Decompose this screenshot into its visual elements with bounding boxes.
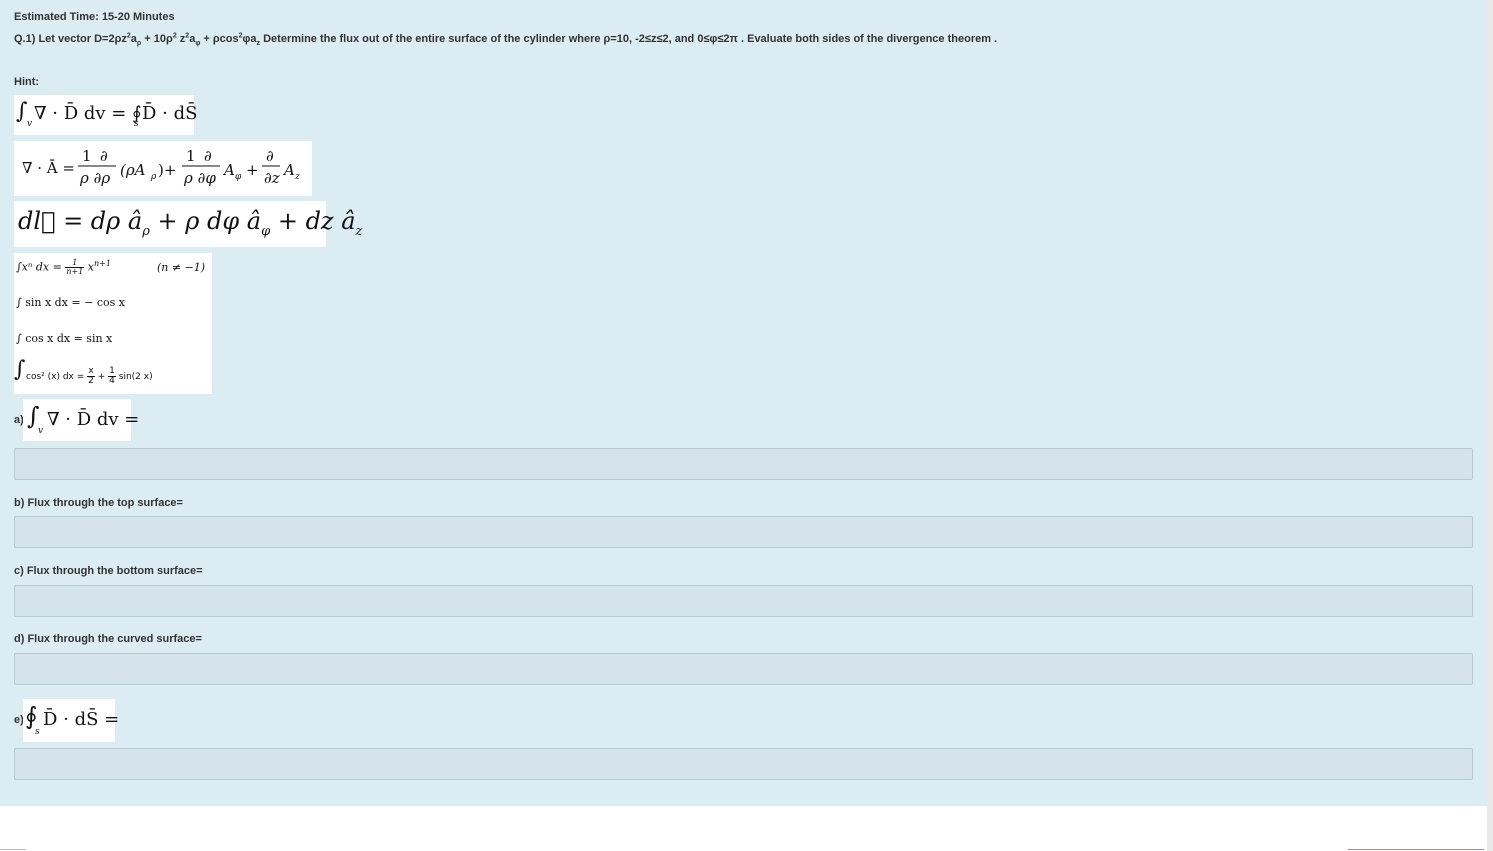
part-b-label: b) Flux through the top surface=	[14, 497, 183, 509]
divider-right	[1348, 849, 1484, 850]
answer-b-input[interactable]	[14, 516, 1473, 548]
answer-e-input[interactable]	[14, 748, 1473, 780]
question-panel: Estimated Time: 15-20 Minutes Q.1) Let v…	[0, 0, 1493, 806]
page-scrollbar[interactable]	[1487, 0, 1493, 851]
part-c-label: c) Flux through the bottom surface=	[14, 565, 203, 577]
svg-text:∂z: ∂z	[264, 169, 280, 187]
divider-left	[0, 849, 26, 850]
hint-label: Hint:	[14, 76, 40, 88]
question-text: Q.1) Let vector D=2ρz2aρ + 10ρ2 z2aφ + ρ…	[14, 32, 998, 48]
part-d-label: d) Flux through the curved surface=	[14, 633, 202, 645]
differential-length-formula: dl⃗ = dρ âρ + ρ dφ âφ + dz âz	[14, 201, 362, 247]
estimated-time: Estimated Time: 15-20 Minutes	[14, 11, 175, 23]
integral-sin: ∫ sin x dx = − cos x	[16, 296, 125, 309]
svg-text:∂: ∂	[100, 147, 108, 165]
integral-cos: ∫ cos x dx = sin x	[16, 332, 113, 345]
svg-text:ρ ∂φ: ρ ∂φ	[183, 169, 216, 187]
part-e-formula: ∮ s D̄ · dS̄ =	[23, 699, 119, 742]
divergence-theorem-formula: ∫ v ∇ · D̄ dv = ∮ s D̄ · dS̄	[14, 95, 197, 135]
part-a-formula: ∫ v ∇ · D̄ dv =	[23, 399, 139, 441]
svg-text:∂: ∂	[266, 147, 274, 165]
integral-power-condition: (n ≠ −1)	[157, 261, 206, 274]
svg-text:ρ: ρ	[150, 172, 157, 182]
svg-text:z: z	[294, 172, 300, 182]
svg-text:∂: ∂	[204, 147, 212, 165]
svg-text:ρ ∂ρ: ρ ∂ρ	[79, 169, 110, 187]
svg-text:(ρA: (ρA	[120, 161, 146, 179]
contour-integral-icon: ∮	[25, 702, 38, 730]
svg-text:A: A	[282, 161, 295, 179]
answer-d-input[interactable]	[14, 653, 1473, 685]
integral-table: ∫xⁿ dx = 1 n+1 xn+1 (n ≠ −1) ∫ sin x dx =…	[14, 253, 212, 394]
svg-text:1: 1	[82, 147, 92, 165]
divergence-cylindrical-formula: ∇ · Ā = 1 ∂ ρ ∂ρ (ρA ρ )+ 1 ∂ ρ ∂φ A φ + ∂…	[14, 141, 312, 196]
integral-power-rule: ∫xⁿ dx = 1 n+1 xn+1	[16, 258, 111, 277]
integral-sign-icon: ∫	[14, 357, 26, 382]
integral-cos-squared: cos² (x) dx = x2 + 14 sin(2 x)	[26, 366, 153, 386]
divergence-terms-graphic: 1 ∂ ρ ∂ρ (ρA ρ )+ 1 ∂ ρ ∂φ A φ + ∂ ∂z A z	[78, 147, 300, 187]
svg-text:+: +	[246, 161, 259, 179]
svg-text:A: A	[222, 161, 235, 179]
svg-text:)+: )+	[158, 161, 176, 179]
svg-text:1: 1	[186, 147, 196, 165]
answer-a-input[interactable]	[14, 448, 1473, 480]
answer-c-input[interactable]	[14, 585, 1473, 617]
svg-text:φ: φ	[235, 172, 242, 182]
